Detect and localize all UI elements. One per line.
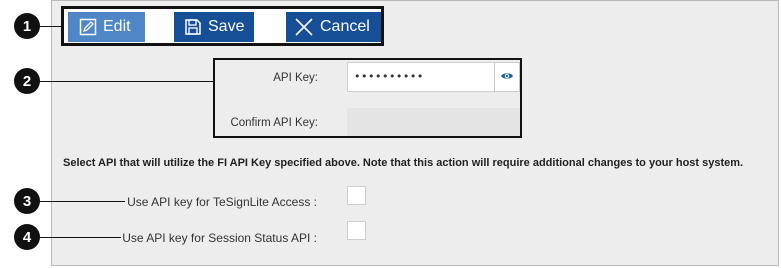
callout-marker: 2 — [14, 68, 40, 94]
save-icon — [184, 18, 202, 36]
tesignlite-access-label: Use API key for TeSignLite Access : — [127, 195, 317, 209]
save-button-label: Save — [208, 18, 245, 35]
callout-marker: 4 — [14, 224, 40, 250]
eye-icon — [500, 68, 514, 86]
callout-leader-line — [39, 237, 121, 238]
session-status-api-label: Use API key for Session Status API : — [122, 231, 317, 245]
callout-marker: 1 — [14, 13, 40, 39]
edit-icon — [79, 18, 97, 36]
confirm-api-key-label: Confirm API Key: — [230, 117, 318, 129]
save-button[interactable]: Save — [174, 12, 254, 42]
callout-leader-line — [39, 201, 125, 202]
callout-marker: 3 — [14, 188, 40, 214]
api-key-input[interactable]: •••••••••• — [347, 62, 495, 92]
api-key-label: API Key: — [273, 72, 318, 84]
tesignlite-access-checkbox[interactable] — [347, 186, 366, 205]
close-icon — [294, 17, 314, 37]
confirm-api-key-input[interactable] — [347, 108, 520, 136]
api-notice-text: Select API that will utilize the FI API … — [63, 157, 744, 169]
session-status-api-checkbox[interactable] — [347, 221, 366, 240]
show-password-button[interactable] — [494, 62, 520, 92]
callout-leader-line — [39, 26, 63, 27]
edit-button-label: Edit — [103, 18, 131, 35]
edit-button[interactable]: Edit — [68, 12, 145, 42]
cancel-button[interactable]: Cancel — [286, 12, 381, 42]
cancel-button-label: Cancel — [320, 18, 370, 35]
callout-leader-line — [39, 81, 215, 82]
